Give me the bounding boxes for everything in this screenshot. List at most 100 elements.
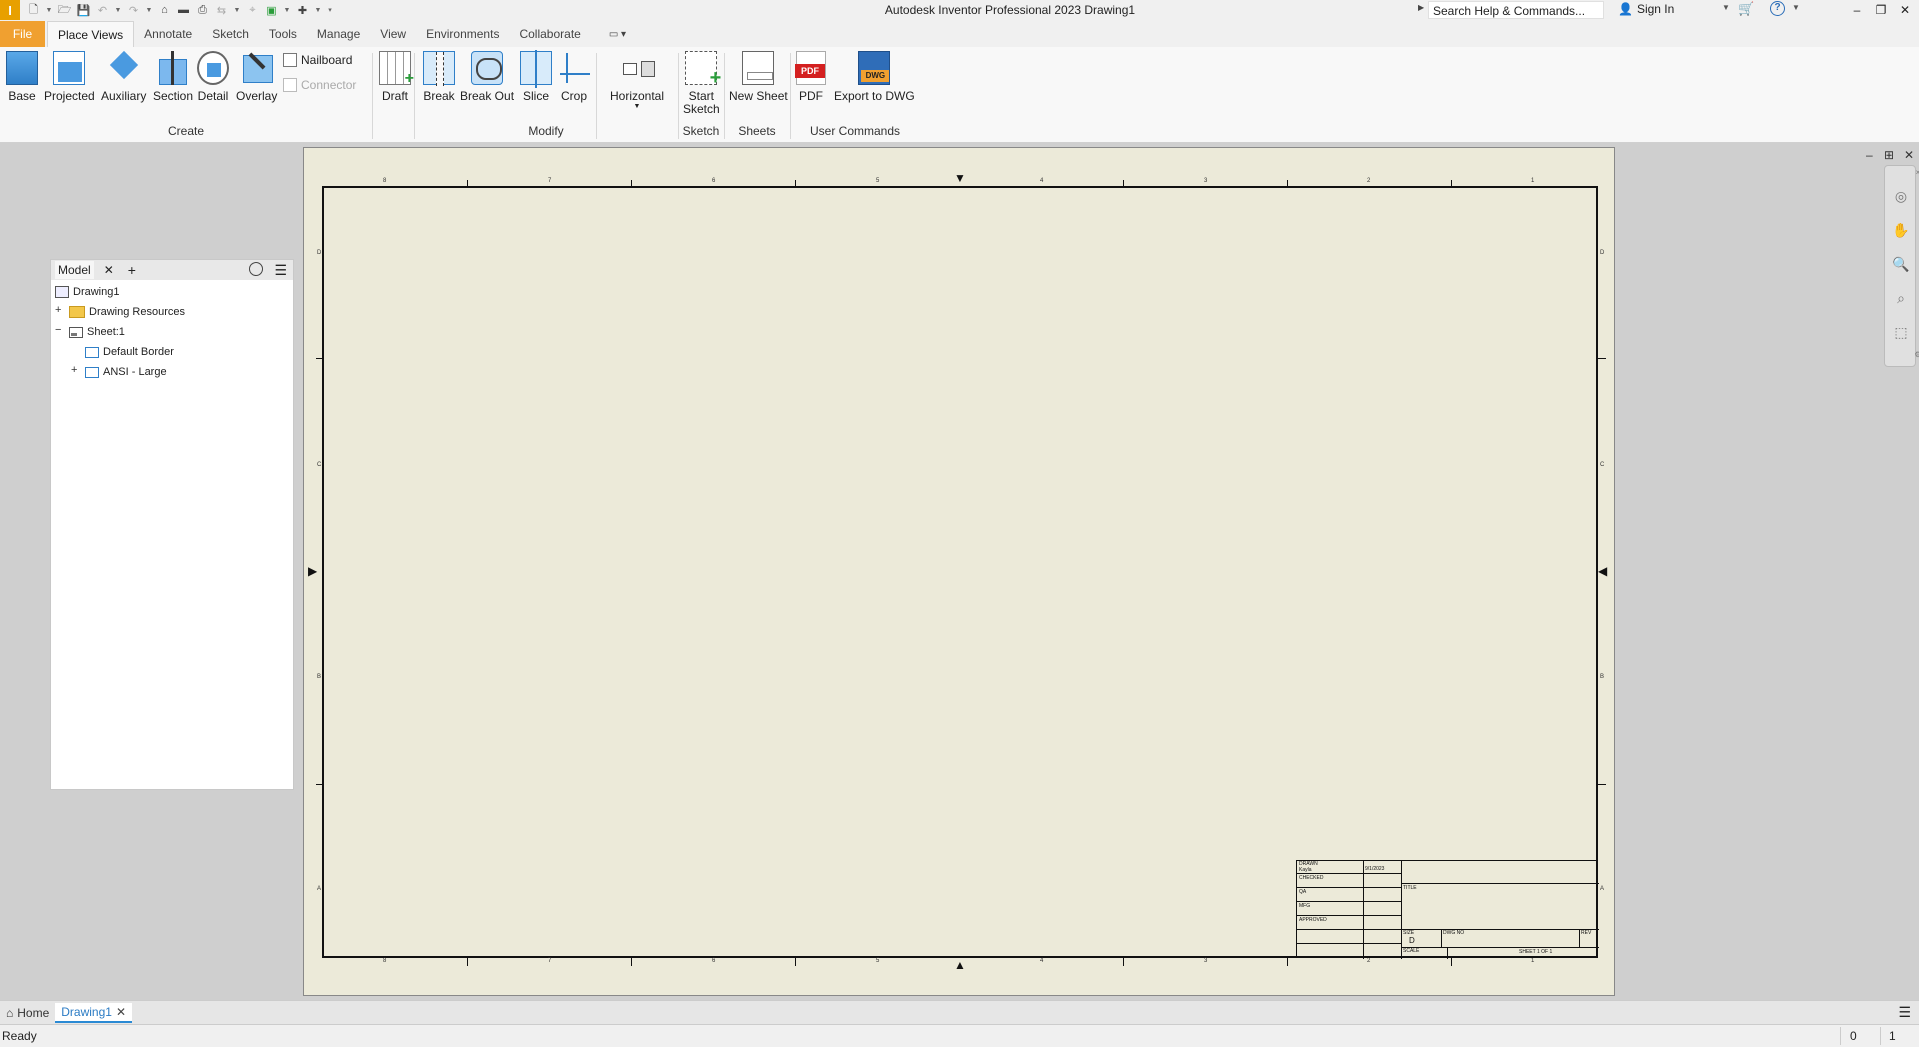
new-sheet-icon xyxy=(742,51,775,85)
horizontal-dropdown-icon[interactable]: ▼ xyxy=(634,103,641,110)
home-icon[interactable]: ⌂ xyxy=(157,3,172,17)
home-icon: ⌂ xyxy=(6,1005,14,1020)
tab-sketch[interactable]: Sketch xyxy=(202,21,259,47)
tab-annotate[interactable]: Annotate xyxy=(134,21,202,47)
help-icon[interactable]: ? xyxy=(1770,1,1785,16)
search-expand-icon[interactable]: ▶ xyxy=(1418,3,1424,12)
sign-in-dropdown-icon[interactable]: ▼ xyxy=(1722,3,1730,12)
overlay-view-button[interactable]: Overlay xyxy=(236,51,277,103)
customize-qa-icon[interactable]: ▾ xyxy=(326,3,334,17)
measure-dropdown-icon[interactable]: ▼ xyxy=(314,3,322,17)
tab-manage[interactable]: Manage xyxy=(307,21,370,47)
tab-view[interactable]: View xyxy=(370,21,416,47)
close-button[interactable]: ✕ xyxy=(1891,0,1919,20)
steering-wheel-icon[interactable]: ◎ xyxy=(1892,188,1910,206)
doc-tab-home[interactable]: ⌂ Home xyxy=(0,1003,55,1023)
tab-environments[interactable]: Environments xyxy=(416,21,509,47)
title-block: DRAWN Kayla 9/1/2023 CHECKED QA MFG APPR… xyxy=(1296,860,1599,959)
tile-view-icon[interactable]: ⊞ xyxy=(1884,148,1894,162)
sign-in-label: Sign In xyxy=(1636,2,1675,16)
update-icon[interactable]: ⇆ xyxy=(214,3,229,17)
auxiliary-view-icon xyxy=(108,51,140,85)
center-mark-right-icon: ◀ xyxy=(1598,564,1608,578)
crop-button[interactable]: Crop xyxy=(558,51,590,103)
export-dwg-button[interactable]: Export to DWG xyxy=(834,51,915,103)
base-label: Base xyxy=(8,89,36,103)
tb-author: Kayla xyxy=(1299,867,1313,873)
projected-label: Projected xyxy=(44,89,95,103)
start-sketch-label-1: Start xyxy=(688,89,715,103)
detail-view-button[interactable]: Detail xyxy=(197,51,229,103)
tree-item-default-border[interactable]: Default Border xyxy=(85,346,174,358)
zoom-all-icon[interactable]: ⌕ xyxy=(1892,290,1910,308)
nav-options-icon[interactable]: ⚙ xyxy=(1909,350,1919,368)
zoom-icon[interactable]: 🔍 xyxy=(1892,256,1910,274)
projected-view-button[interactable]: Projected xyxy=(44,51,95,103)
search-icon[interactable] xyxy=(249,262,263,276)
select-icon[interactable]: ⌖ xyxy=(245,3,260,17)
close-icon[interactable]: ✕ xyxy=(104,263,114,277)
sign-in-button[interactable]: 👤 Sign In xyxy=(1618,2,1674,16)
title-bar: I 🗋 ▼ 🗁 💾 ↶ ▼ ↷ ▼ ⌂ ▬ ⎙ ⇆ ▼ ⌖ ▣ ▼ ✚ ▼ ▾ Autode… xyxy=(0,0,1919,20)
undo-dropdown-icon[interactable]: ▼ xyxy=(114,3,122,17)
break-button[interactable]: Break xyxy=(423,51,455,103)
pdf-button[interactable]: PDF xyxy=(795,51,826,103)
start-sketch-button[interactable]: Start Sketch xyxy=(683,51,721,116)
help-dropdown-icon[interactable]: ▼ xyxy=(1792,3,1800,12)
break-out-button[interactable]: Break Out xyxy=(460,51,514,103)
close-tab-icon[interactable]: ✕ xyxy=(116,1005,126,1019)
nav-close-icon[interactable]: × xyxy=(1909,168,1919,186)
nailboard-button[interactable]: Nailboard xyxy=(283,53,352,67)
zoom-window-icon[interactable]: ⬚ xyxy=(1892,324,1910,342)
horizontal-align-button[interactable]: Horizontal ▼ xyxy=(610,51,664,110)
section-view-button[interactable]: Section xyxy=(153,51,193,103)
measure-icon[interactable]: ✚ xyxy=(295,3,310,17)
tree-item-ansi-large[interactable]: ANSI - Large xyxy=(85,366,167,378)
tab-place-views[interactable]: Place Views xyxy=(47,21,135,47)
undo-icon[interactable]: ↶ xyxy=(95,3,110,17)
minimize-view-icon[interactable]: – xyxy=(1866,148,1873,162)
draft-view-button[interactable]: Draft xyxy=(379,51,414,103)
status-count-1: 0 xyxy=(1850,1029,1857,1043)
doc-tab-label: Drawing1 xyxy=(61,1004,112,1019)
new-icon[interactable]: 🗋 xyxy=(26,3,41,17)
redo-icon[interactable]: ↷ xyxy=(126,3,141,17)
zone-tick xyxy=(631,958,632,966)
update-dropdown-icon[interactable]: ▼ xyxy=(233,3,241,17)
add-browser-icon[interactable]: + xyxy=(128,262,136,278)
app-logo[interactable]: I xyxy=(0,0,20,20)
return-icon[interactable]: ▬ xyxy=(176,3,191,17)
tab-collaborate[interactable]: Collaborate xyxy=(509,21,590,47)
expand-icon[interactable]: + xyxy=(71,364,77,376)
search-input[interactable]: Search Help & Commands... xyxy=(1428,1,1604,19)
pan-icon[interactable]: ✋ xyxy=(1892,222,1910,240)
slice-label: Slice xyxy=(522,89,549,103)
print-icon[interactable]: ⎙ xyxy=(195,3,210,17)
auxiliary-view-button[interactable]: Auxiliary xyxy=(101,51,146,103)
close-view-icon[interactable]: ✕ xyxy=(1904,148,1914,162)
tabs-menu-icon[interactable]: ☰ xyxy=(1898,1004,1911,1021)
doc-tab-drawing1[interactable]: Drawing1 ✕ xyxy=(55,1002,133,1023)
collapse-icon[interactable]: − xyxy=(55,324,61,336)
slice-button[interactable]: Slice xyxy=(520,50,552,103)
tree-item-drawing1[interactable]: Drawing1 xyxy=(55,286,119,298)
hamburger-menu-icon[interactable]: ☰ xyxy=(274,262,287,279)
cart-icon[interactable]: 🛒 xyxy=(1738,1,1754,17)
appearance-dropdown-icon[interactable]: ▼ xyxy=(283,3,291,17)
appearance-icon[interactable]: ▣ xyxy=(264,3,279,17)
ribbon-display-options-icon[interactable]: ▭ ▾ xyxy=(609,27,643,41)
tree-item-sheet1[interactable]: Sheet:1 xyxy=(69,326,125,338)
base-view-button[interactable]: Base xyxy=(6,51,38,103)
open-icon[interactable]: 🗁 xyxy=(57,3,72,17)
redo-dropdown-icon[interactable]: ▼ xyxy=(145,3,153,17)
connector-button[interactable]: Connector xyxy=(283,78,356,92)
expand-icon[interactable]: + xyxy=(55,304,61,316)
browser-tab-model[interactable]: Model xyxy=(55,261,94,279)
tree-item-drawing-resources[interactable]: Drawing Resources xyxy=(69,306,185,318)
save-icon[interactable]: 💾 xyxy=(76,3,91,17)
new-sheet-button[interactable]: New Sheet xyxy=(729,51,788,103)
tab-file[interactable]: File xyxy=(0,21,45,47)
new-dropdown-icon[interactable]: ▼ xyxy=(45,3,53,17)
tab-tools[interactable]: Tools xyxy=(259,21,307,47)
tb-sheet: SHEET 1 OF 1 xyxy=(1519,949,1553,955)
